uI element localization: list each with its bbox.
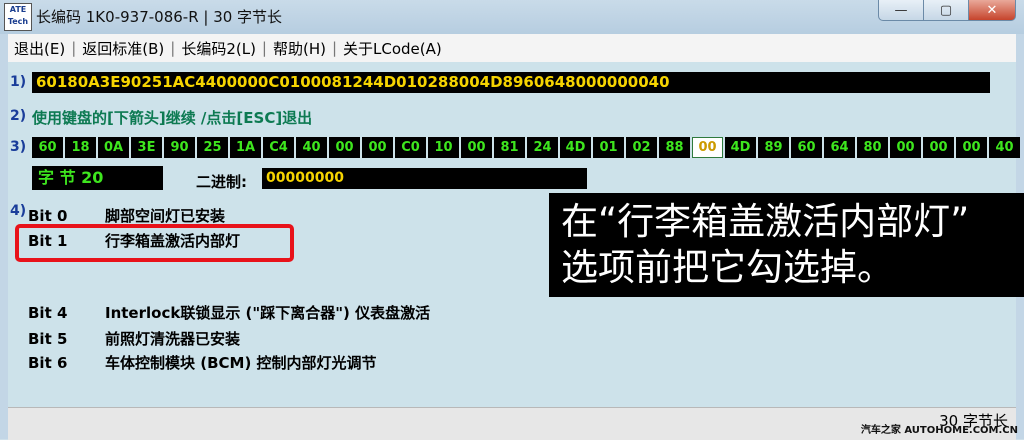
byte-cell[interactable]: C4: [263, 137, 294, 158]
byte-cell-selected[interactable]: 00: [692, 137, 723, 158]
bit-description: 前照灯清洗器已安装: [105, 330, 241, 348]
bit-row[interactable]: Bit 6 车体控制模块 (BCM) 控制内部灯光调节: [28, 352, 377, 373]
byte-cell[interactable]: 01: [593, 137, 624, 158]
watermark: 汽车之家 AUTOHOME.COM.CN: [860, 425, 1018, 436]
bit-row[interactable]: Bit 0 脚部空间灯已安装: [28, 205, 225, 226]
byte-cell[interactable]: 60: [32, 137, 63, 158]
byte-cell[interactable]: 80: [857, 137, 888, 158]
minimize-button[interactable]: —: [878, 0, 924, 21]
bit-description: 脚部空间灯已安装: [105, 207, 226, 225]
instruction-text: 使用键盘的[下箭头]继续 /点击[ESC]退出: [32, 109, 313, 127]
byte-cell[interactable]: 1A: [230, 137, 261, 158]
byte-cell[interactable]: 10: [428, 137, 459, 158]
byte-cell[interactable]: 88: [659, 137, 690, 158]
byte-cell[interactable]: 90: [164, 137, 195, 158]
menu-long-code-2[interactable]: 长编码2(L): [175, 38, 262, 59]
window-title: 长编码 1K0-937-086-R | 30 字节长: [36, 8, 283, 26]
menu-back-standard[interactable]: 返回标准(B): [76, 38, 170, 59]
bit-row[interactable]: Bit 4 Interlock联锁显示 ("踩下离合器") 仪表盘激活: [28, 302, 430, 323]
maximize-button[interactable]: ▢: [923, 0, 969, 21]
row-number-4: 4): [10, 203, 27, 219]
byte-cell[interactable]: 40: [989, 137, 1020, 158]
byte-cell[interactable]: 00: [923, 137, 954, 158]
byte-cell[interactable]: 00: [956, 137, 987, 158]
menu-help[interactable]: 帮助(H): [267, 38, 332, 59]
byte-cell[interactable]: 81: [494, 137, 525, 158]
byte-cell[interactable]: 4D: [725, 137, 756, 158]
byte-cell[interactable]: 00: [890, 137, 921, 158]
byte-cell[interactable]: 40: [296, 137, 327, 158]
byte-cell[interactable]: 60: [791, 137, 822, 158]
menu-bar: 退出(E) | 返回标准(B) | 长编码2(L) | 帮助(H) | 关于LC…: [8, 34, 1016, 63]
row-number-1: 1): [10, 74, 27, 90]
bit-description: 车体控制模块 (BCM) 控制内部灯光调节: [105, 354, 377, 372]
byte-index-display: 字 节 20: [32, 166, 163, 190]
title-bar: ATE Tech 长编码 1K0-937-086-R | 30 字节长 — ▢ …: [0, 0, 1024, 34]
bit-description: Interlock联锁显示 ("踩下离合器") 仪表盘激活: [105, 304, 431, 322]
byte-cell[interactable]: 00: [461, 137, 492, 158]
bit-label: Bit 4: [28, 304, 68, 322]
binary-label: 二进制:: [196, 173, 247, 191]
byte-cell[interactable]: 3E: [131, 137, 162, 158]
window-controls: — ▢ ✕: [878, 0, 1016, 21]
byte-cell[interactable]: 0A: [98, 137, 129, 158]
annotation-overlay: 在“行李箱盖激活内部灯” 选项前把它勾选掉。: [549, 193, 1024, 297]
byte-cell[interactable]: 00: [329, 137, 360, 158]
close-button[interactable]: ✕: [968, 0, 1016, 21]
byte-cell[interactable]: 64: [824, 137, 855, 158]
bit-label: Bit 0: [28, 207, 68, 225]
byte-cell[interactable]: 02: [626, 137, 657, 158]
annotation-line-2: 选项前把它勾选掉。: [561, 246, 894, 289]
highlight-box: [15, 224, 294, 262]
bit-row[interactable]: Bit 5 前照灯清洗器已安装: [28, 328, 240, 349]
byte-cell[interactable]: 4D: [560, 137, 591, 158]
byte-cell[interactable]: 00: [362, 137, 393, 158]
window-frame-left: [0, 34, 8, 439]
bit-label: Bit 5: [28, 330, 68, 348]
app-logo: ATE Tech: [4, 3, 32, 31]
byte-strip: 60 18 0A 3E 90 25 1A C4 40 00 00 C0 10 00 81 24 4D 01 02 88…: [32, 137, 1022, 158]
byte-cell[interactable]: 89: [758, 137, 789, 158]
menu-exit[interactable]: 退出(E): [8, 38, 71, 59]
menu-about[interactable]: 关于LCode(A): [337, 38, 448, 59]
row-number-3: 3): [10, 139, 27, 155]
byte-cell[interactable]: 24: [527, 137, 558, 158]
byte-cell[interactable]: 18: [65, 137, 96, 158]
bit-label: Bit 6: [28, 354, 68, 372]
row-number-2: 2): [10, 108, 27, 124]
binary-value: 00000000: [262, 168, 587, 189]
long-code-field[interactable]: 60180A3E90251AC4400000C0100081244D010288…: [32, 72, 990, 93]
annotation-line-1: 在“行李箱盖激活内部灯”: [561, 200, 970, 243]
byte-cell[interactable]: C0: [395, 137, 426, 158]
byte-cell[interactable]: 25: [197, 137, 228, 158]
